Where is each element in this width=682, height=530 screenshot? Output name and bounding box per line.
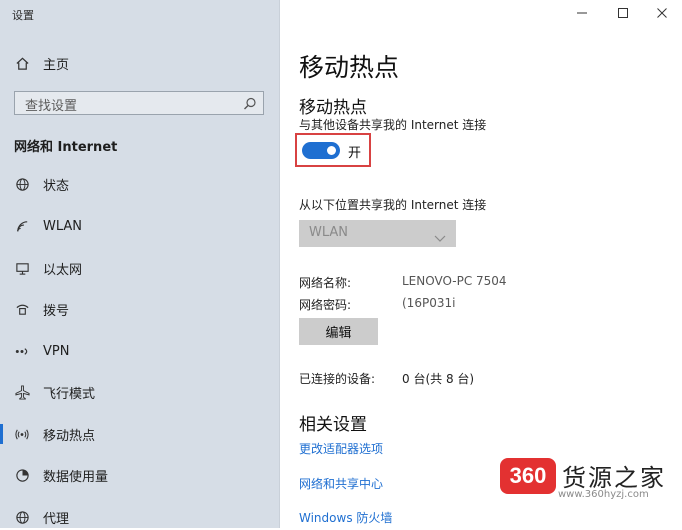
airplane-icon xyxy=(14,384,30,400)
sidebar-item-label: 代理 xyxy=(43,511,70,527)
section-heading: 网络和 Internet xyxy=(14,140,118,155)
sidebar-item-label: VPN xyxy=(43,343,70,359)
link-adapter-options[interactable]: 更改适配器选项 xyxy=(299,440,383,457)
proxy-globe-icon xyxy=(14,509,30,525)
network-name-label: 网络名称: xyxy=(299,276,352,290)
network-password-value: (16P031i xyxy=(402,296,456,310)
sidebar-item-wlan[interactable]: WLAN xyxy=(0,213,279,239)
sidebar-item-label: 移动热点 xyxy=(43,428,96,444)
hotspot-description: 与其他设备共享我的 Internet 连接 xyxy=(299,118,487,132)
wifi-icon xyxy=(14,218,30,234)
app-title: 设置 xyxy=(12,9,34,22)
sidebar-item-home[interactable]: 主页 xyxy=(0,50,279,76)
sidebar-item-label: 数据使用量 xyxy=(43,469,109,485)
sidebar: 设置 主页 查找设置 网络和 Internet 状态 WLAN 以太网 拨号 V… xyxy=(0,0,280,528)
vpn-icon xyxy=(14,343,30,359)
connected-devices-value: 0 台(共 8 台) xyxy=(402,372,475,386)
chevron-down-icon xyxy=(434,228,446,242)
globe-icon xyxy=(14,176,30,192)
dialup-icon xyxy=(14,301,30,317)
watermark-url: www.360hyzj.com xyxy=(558,489,649,500)
edit-button[interactable]: 编辑 xyxy=(299,318,378,345)
toggle-state-label: 开 xyxy=(348,146,362,161)
watermark-badge: 360 xyxy=(500,458,556,494)
close-icon[interactable] xyxy=(652,4,672,22)
toggle-knob xyxy=(327,146,336,155)
sidebar-item-label: 主页 xyxy=(43,57,70,73)
hotspot-icon xyxy=(14,426,30,442)
sidebar-item-label: 以太网 xyxy=(43,262,83,278)
settings-window: 设置 主页 查找设置 网络和 Internet 状态 WLAN 以太网 拨号 V… xyxy=(0,0,682,528)
home-icon xyxy=(14,55,30,71)
dropdown-value: WLAN xyxy=(309,225,349,240)
network-name-value: LENOVO-PC 7504 xyxy=(402,274,507,288)
share-from-dropdown[interactable]: WLAN xyxy=(299,220,456,247)
sidebar-item-proxy[interactable]: 代理 xyxy=(0,504,279,530)
ethernet-icon xyxy=(14,260,30,276)
sidebar-item-label: 拨号 xyxy=(43,303,70,319)
link-windows-firewall[interactable]: Windows 防火墙 xyxy=(299,509,392,526)
page-title: 移动热点 xyxy=(299,53,400,82)
sidebar-item-hotspot[interactable]: 移动热点 xyxy=(0,421,279,447)
maximize-icon[interactable] xyxy=(613,4,633,22)
search-icon[interactable] xyxy=(243,96,257,110)
sidebar-item-data-usage[interactable]: 数据使用量 xyxy=(0,462,279,488)
hotspot-toggle[interactable] xyxy=(302,142,340,159)
connected-devices-label: 已连接的设备: xyxy=(299,372,376,386)
sidebar-item-vpn[interactable]: VPN xyxy=(0,338,279,364)
main-content: 移动热点 移动热点 与其他设备共享我的 Internet 连接 开 从以下位置共… xyxy=(280,0,682,528)
search-placeholder: 查找设置 xyxy=(25,99,78,114)
sidebar-item-airplane[interactable]: 飞行模式 xyxy=(0,379,279,405)
data-usage-icon xyxy=(14,467,30,483)
sidebar-item-ethernet[interactable]: 以太网 xyxy=(0,255,279,281)
hotspot-heading: 移动热点 xyxy=(299,98,367,118)
selection-indicator xyxy=(0,424,3,444)
related-settings-heading: 相关设置 xyxy=(299,415,367,435)
minimize-icon[interactable] xyxy=(572,4,592,22)
sidebar-item-status[interactable]: 状态 xyxy=(0,171,279,197)
network-password-label: 网络密码: xyxy=(299,298,352,312)
search-input[interactable]: 查找设置 xyxy=(14,91,264,115)
share-from-label: 从以下位置共享我的 Internet 连接 xyxy=(299,198,487,212)
watermark-text: 货源之家 xyxy=(562,464,666,492)
sidebar-item-dialup[interactable]: 拨号 xyxy=(0,296,279,322)
link-sharing-center[interactable]: 网络和共享中心 xyxy=(299,475,383,492)
sidebar-item-label: WLAN xyxy=(43,218,83,234)
watermark: 360 货源之家 www.360hyzj.com xyxy=(500,456,682,508)
window-controls xyxy=(562,0,682,28)
highlight-frame: 开 xyxy=(295,133,371,167)
sidebar-item-label: 飞行模式 xyxy=(43,386,96,402)
sidebar-item-label: 状态 xyxy=(43,178,70,194)
